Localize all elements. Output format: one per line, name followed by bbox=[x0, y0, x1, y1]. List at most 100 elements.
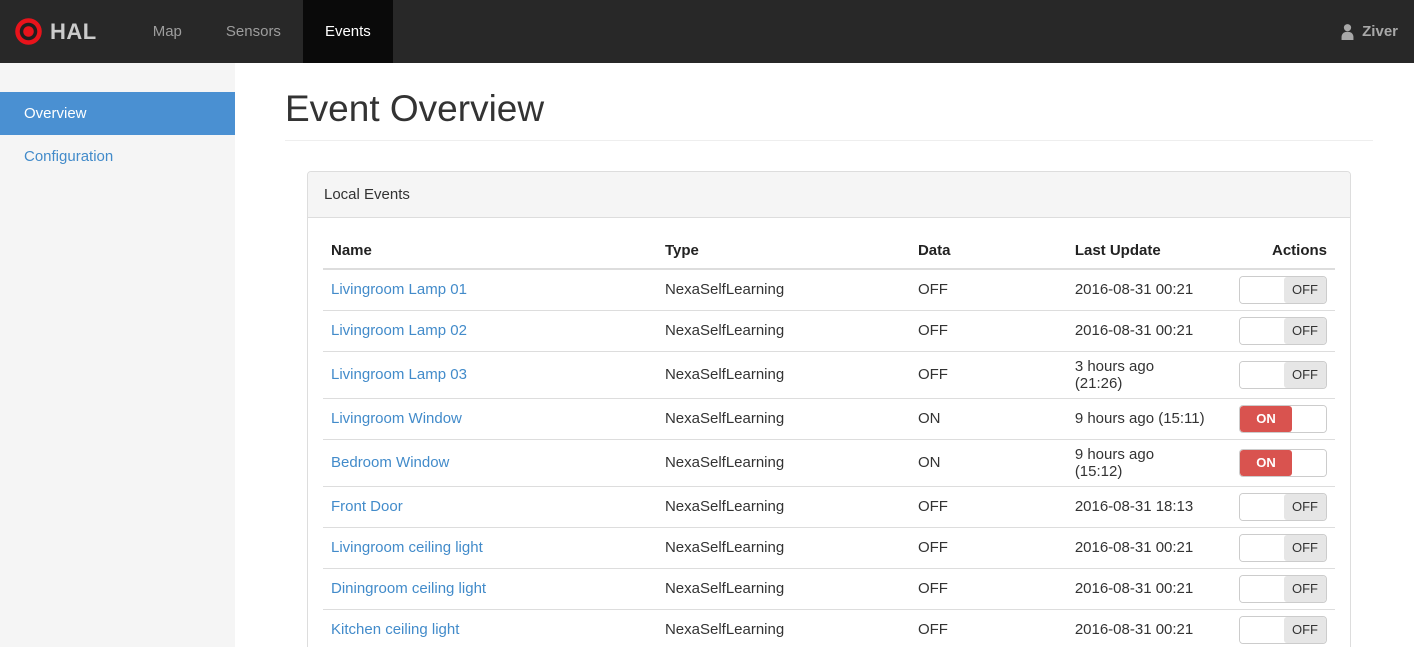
event-type: NexaSelfLearning bbox=[656, 268, 910, 311]
table-header-row: Name Type Data Last Update Actions bbox=[323, 232, 1335, 270]
panel-body: Name Type Data Last Update Actions Livin… bbox=[308, 218, 1350, 647]
table-row: Bedroom Window NexaSelfLearning ON 9 hou… bbox=[323, 438, 1335, 487]
event-last-update: 3 hours ago (21:26) bbox=[1066, 350, 1214, 399]
event-last-update: 2016-08-31 00:21 bbox=[1066, 567, 1214, 610]
event-last-update: 9 hours ago (15:11) bbox=[1066, 397, 1214, 440]
event-type: NexaSelfLearning bbox=[656, 350, 910, 399]
sidebar-item-configuration[interactable]: Configuration bbox=[0, 135, 235, 178]
event-name-link[interactable]: Diningroom ceiling light bbox=[331, 580, 486, 597]
top-navbar: HAL Map Sensors Events Ziver bbox=[0, 0, 1414, 63]
event-toggle-switch[interactable]: OFF bbox=[1239, 615, 1327, 644]
sidebar-item-overview[interactable]: Overview bbox=[0, 92, 235, 135]
toggle-off-segment: OFF bbox=[1284, 534, 1326, 561]
nav-tab-label: Events bbox=[324, 23, 371, 40]
sidebar-item-label: Configuration bbox=[24, 148, 114, 165]
page-header: Event Overview bbox=[285, 88, 1373, 141]
event-type: NexaSelfLearning bbox=[656, 567, 910, 610]
event-data-value: OFF bbox=[909, 608, 1067, 647]
toggle-blank-segment bbox=[1240, 317, 1284, 344]
event-type: NexaSelfLearning bbox=[656, 438, 910, 487]
event-type: NexaSelfLearning bbox=[656, 608, 910, 647]
event-name-link[interactable]: Livingroom Lamp 02 bbox=[331, 322, 467, 339]
column-header-type: Type bbox=[656, 232, 910, 270]
event-data-value: OFF bbox=[909, 567, 1067, 610]
toggle-off-segment: OFF bbox=[1284, 493, 1326, 520]
navbar-tabs: Map Sensors Events bbox=[131, 0, 393, 63]
panel-title: Local Events bbox=[308, 171, 1350, 218]
table-row: Livingroom Window NexaSelfLearning ON 9 … bbox=[323, 397, 1335, 440]
nav-tab-events[interactable]: Events bbox=[302, 0, 393, 63]
toggle-off-segment: OFF bbox=[1284, 317, 1326, 344]
event-last-update: 2016-08-31 00:21 bbox=[1066, 608, 1214, 647]
column-header-last-update: Last Update bbox=[1066, 232, 1214, 270]
table-row: Diningroom ceiling light NexaSelfLearnin… bbox=[323, 567, 1335, 610]
event-toggle-switch[interactable]: OFF bbox=[1239, 360, 1327, 389]
event-last-update: 2016-08-31 00:21 bbox=[1066, 526, 1214, 569]
event-name-link[interactable]: Livingroom ceiling light bbox=[331, 539, 483, 556]
event-data-value: OFF bbox=[909, 526, 1067, 569]
toggle-off-segment: OFF bbox=[1284, 575, 1326, 602]
brand[interactable]: HAL bbox=[0, 0, 113, 63]
table-row: Livingroom Lamp 02 NexaSelfLearning OFF … bbox=[323, 309, 1335, 352]
event-type: NexaSelfLearning bbox=[656, 397, 910, 440]
toggle-off-segment: OFF bbox=[1284, 276, 1326, 303]
sidebar-item-label: Overview bbox=[24, 105, 87, 122]
user-menu[interactable]: Ziver bbox=[1323, 0, 1414, 63]
event-last-update: 2016-08-31 18:13 bbox=[1066, 485, 1214, 528]
toggle-blank-segment bbox=[1240, 575, 1284, 602]
event-type: NexaSelfLearning bbox=[656, 526, 910, 569]
events-table-body: Livingroom Lamp 01 NexaSelfLearning OFF … bbox=[323, 268, 1335, 647]
event-data-value: OFF bbox=[909, 268, 1067, 311]
toggle-blank-segment bbox=[1240, 276, 1284, 303]
column-header-actions: Actions bbox=[1213, 232, 1335, 270]
local-events-panel: Local Events Name Type Data Last Update … bbox=[307, 170, 1351, 647]
event-toggle-switch[interactable]: ON bbox=[1239, 448, 1327, 477]
toggle-blank-segment bbox=[1292, 405, 1326, 432]
event-last-update: 2016-08-31 00:21 bbox=[1066, 309, 1214, 352]
event-name-link[interactable]: Livingroom Lamp 01 bbox=[331, 281, 467, 298]
nav-tab-label: Map bbox=[152, 23, 182, 40]
main-content: Event Overview Local Events Name Type Da… bbox=[235, 63, 1414, 647]
events-table: Name Type Data Last Update Actions Livin… bbox=[323, 232, 1335, 647]
event-data-value: ON bbox=[909, 438, 1067, 487]
toggle-blank-segment bbox=[1240, 616, 1284, 643]
table-row: Front Door NexaSelfLearning OFF 2016-08-… bbox=[323, 485, 1335, 528]
event-name-link[interactable]: Front Door bbox=[331, 498, 403, 515]
toggle-on-segment: ON bbox=[1240, 405, 1292, 432]
column-header-data: Data bbox=[909, 232, 1067, 270]
sidebar: Overview Configuration bbox=[0, 63, 235, 647]
event-toggle-switch[interactable]: OFF bbox=[1239, 574, 1327, 603]
table-row: Livingroom ceiling light NexaSelfLearnin… bbox=[323, 526, 1335, 569]
event-toggle-switch[interactable]: OFF bbox=[1239, 492, 1327, 521]
event-name-link[interactable]: Bedroom Window bbox=[331, 454, 449, 471]
user-name: Ziver bbox=[1362, 23, 1398, 40]
event-last-update: 2016-08-31 00:21 bbox=[1066, 268, 1214, 311]
page-title: Event Overview bbox=[285, 88, 545, 129]
table-row: Kitchen ceiling light NexaSelfLearning O… bbox=[323, 608, 1335, 647]
event-toggle-switch[interactable]: OFF bbox=[1239, 316, 1327, 345]
nav-tab-sensors[interactable]: Sensors bbox=[204, 0, 303, 63]
event-data-value: ON bbox=[909, 397, 1067, 440]
event-last-update: 9 hours ago (15:12) bbox=[1066, 438, 1214, 487]
toggle-blank-segment bbox=[1240, 534, 1284, 561]
brand-name: HAL bbox=[50, 18, 97, 44]
event-name-link[interactable]: Kitchen ceiling light bbox=[331, 621, 459, 638]
event-data-value: OFF bbox=[909, 485, 1067, 528]
toggle-off-segment: OFF bbox=[1284, 361, 1326, 388]
toggle-off-segment: OFF bbox=[1284, 616, 1326, 643]
event-type: NexaSelfLearning bbox=[656, 485, 910, 528]
event-toggle-switch[interactable]: OFF bbox=[1239, 533, 1327, 562]
table-row: Livingroom Lamp 01 NexaSelfLearning OFF … bbox=[323, 268, 1335, 311]
table-row: Livingroom Lamp 03 NexaSelfLearning OFF … bbox=[323, 350, 1335, 399]
toggle-blank-segment bbox=[1292, 449, 1326, 476]
hal-bullseye-logo-icon bbox=[15, 18, 42, 45]
event-name-link[interactable]: Livingroom Lamp 03 bbox=[331, 366, 467, 383]
event-toggle-switch[interactable]: OFF bbox=[1239, 275, 1327, 304]
column-header-name: Name bbox=[323, 232, 657, 270]
event-data-value: OFF bbox=[909, 309, 1067, 352]
event-name-link[interactable]: Livingroom Window bbox=[331, 410, 462, 427]
toggle-blank-segment bbox=[1240, 493, 1284, 520]
nav-tab-label: Sensors bbox=[225, 23, 281, 40]
nav-tab-map[interactable]: Map bbox=[131, 0, 204, 63]
event-toggle-switch[interactable]: ON bbox=[1239, 404, 1327, 433]
